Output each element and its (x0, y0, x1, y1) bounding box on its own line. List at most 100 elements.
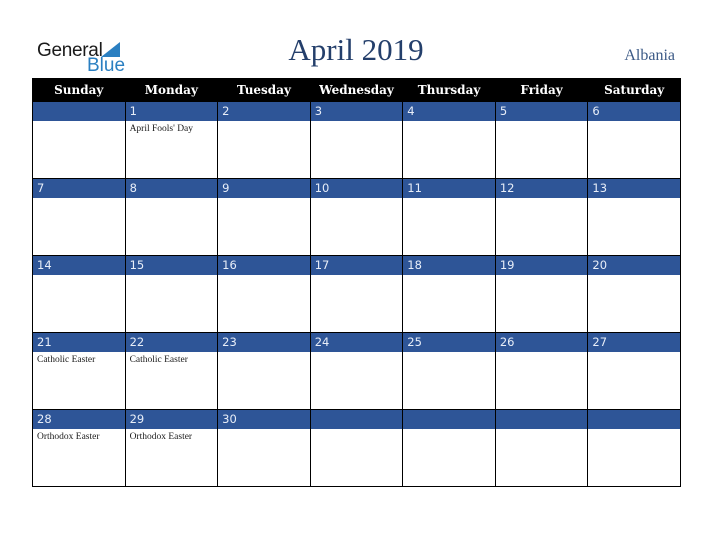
holiday-label (588, 121, 680, 123)
day-cell-content: 8 (125, 179, 218, 255)
day-cell-content: 26 (495, 333, 588, 409)
holiday-label (403, 198, 495, 200)
holiday-label (403, 429, 495, 431)
day-cell[interactable]: 20 (587, 255, 681, 333)
day-cell-content: 25 (403, 333, 495, 409)
weekday-friday: Friday (494, 78, 589, 102)
day-number: 16 (218, 256, 310, 275)
day-cell[interactable]: 11 (402, 178, 496, 256)
day-cell[interactable]: 24 (309, 332, 404, 410)
day-cell[interactable]: 8 (124, 178, 219, 256)
week-row: 14 15 16 17 18 19 20 (32, 255, 681, 333)
week-row: 28 Orthodox Easter 29 Orthodox Easter 30 (32, 409, 681, 487)
day-number: 14 (33, 256, 125, 275)
holiday-label: April Fools' Day (129, 124, 194, 134)
day-cell[interactable] (494, 409, 589, 487)
week-row: 21 Catholic Easter 22 Catholic Easter 23 24 25… (32, 332, 681, 410)
day-number (495, 410, 588, 429)
day-cell-content: 3 (310, 102, 403, 178)
day-cell[interactable]: 5 (494, 101, 589, 179)
day-cell[interactable]: 9 (217, 178, 311, 256)
day-cell-content: 5 (495, 102, 588, 178)
day-cell[interactable]: 25 (402, 332, 496, 410)
holiday-label: Orthodox Easter (37, 432, 100, 442)
day-cell[interactable] (402, 409, 496, 487)
day-number: 19 (495, 256, 588, 275)
day-cell-content: 13 (588, 179, 680, 255)
day-cell[interactable]: 15 (124, 255, 219, 333)
day-number (310, 410, 403, 429)
day-number: 29 (125, 410, 218, 429)
day-cell[interactable] (32, 101, 126, 179)
weekday-tuesday: Tuesday (217, 78, 311, 102)
day-cell-content: 6 (588, 102, 680, 178)
day-number: 24 (310, 333, 403, 352)
holiday-label (311, 275, 403, 277)
day-number: 13 (588, 179, 680, 198)
day-cell-content (588, 410, 680, 486)
day-cell-content (310, 410, 403, 486)
day-cell-content: 20 (588, 256, 680, 332)
day-cell[interactable]: 29 Orthodox Easter (124, 409, 219, 487)
holiday-label: Catholic Easter (129, 355, 188, 365)
day-number: 3 (310, 102, 403, 121)
day-cell[interactable]: 7 (32, 178, 126, 256)
holiday-label (33, 121, 125, 123)
day-cell[interactable] (587, 409, 681, 487)
day-number: 22 (125, 333, 218, 352)
day-number: 27 (588, 333, 680, 352)
holiday-label (496, 429, 588, 431)
day-cell[interactable]: 4 (402, 101, 496, 179)
day-cell-content: 11 (403, 179, 495, 255)
day-cell[interactable]: 13 (587, 178, 681, 256)
day-number: 4 (403, 102, 495, 121)
day-cell-content: 29 Orthodox Easter (125, 410, 218, 486)
day-cell[interactable]: 30 (217, 409, 311, 487)
day-cell[interactable]: 23 (217, 332, 311, 410)
day-cell[interactable]: 14 (32, 255, 126, 333)
day-cell[interactable]: 28 Orthodox Easter (32, 409, 126, 487)
day-cell-content: 24 (310, 333, 403, 409)
day-cell-content: 7 (33, 179, 125, 255)
day-cell-content: 12 (495, 179, 588, 255)
day-cell[interactable]: 21 Catholic Easter (32, 332, 126, 410)
holiday-label (311, 198, 403, 200)
day-cell[interactable]: 12 (494, 178, 589, 256)
day-cell-content (33, 102, 125, 178)
day-number: 11 (403, 179, 495, 198)
calendar-title: April 2019 (288, 32, 424, 67)
day-cell-content: 17 (310, 256, 403, 332)
weekday-wednesday: Wednesday (309, 78, 404, 102)
day-number: 10 (310, 179, 403, 198)
day-cell[interactable]: 16 (217, 255, 311, 333)
holiday-label (588, 429, 680, 431)
day-cell[interactable]: 26 (494, 332, 589, 410)
holiday-label (403, 121, 495, 123)
week-row: 7 8 9 10 11 12 13 (32, 178, 681, 256)
holiday-label (496, 352, 588, 354)
day-cell[interactable]: 18 (402, 255, 496, 333)
day-cell[interactable]: 22 Catholic Easter (124, 332, 219, 410)
day-cell[interactable]: 27 (587, 332, 681, 410)
holiday-label (311, 121, 403, 123)
holiday-label (496, 275, 588, 277)
country-label: Albania (624, 47, 675, 64)
day-cell[interactable]: 10 (309, 178, 404, 256)
holiday-label (33, 275, 125, 277)
day-cell[interactable]: 3 (309, 101, 404, 179)
day-cell[interactable]: 1 April Fools' Day (124, 101, 219, 179)
day-cell[interactable]: 6 (587, 101, 681, 179)
day-number: 5 (495, 102, 588, 121)
day-cell[interactable]: 17 (309, 255, 404, 333)
day-cell-content (403, 410, 495, 486)
day-cell-content: 22 Catholic Easter (125, 333, 218, 409)
day-number: 2 (218, 102, 310, 121)
day-cell-content: 2 (218, 102, 310, 178)
day-cell[interactable]: 2 (217, 101, 311, 179)
day-number: 28 (33, 410, 125, 429)
day-number (588, 410, 680, 429)
day-number (403, 410, 495, 429)
day-number: 18 (403, 256, 495, 275)
day-cell[interactable]: 19 (494, 255, 589, 333)
day-cell[interactable] (309, 409, 404, 487)
